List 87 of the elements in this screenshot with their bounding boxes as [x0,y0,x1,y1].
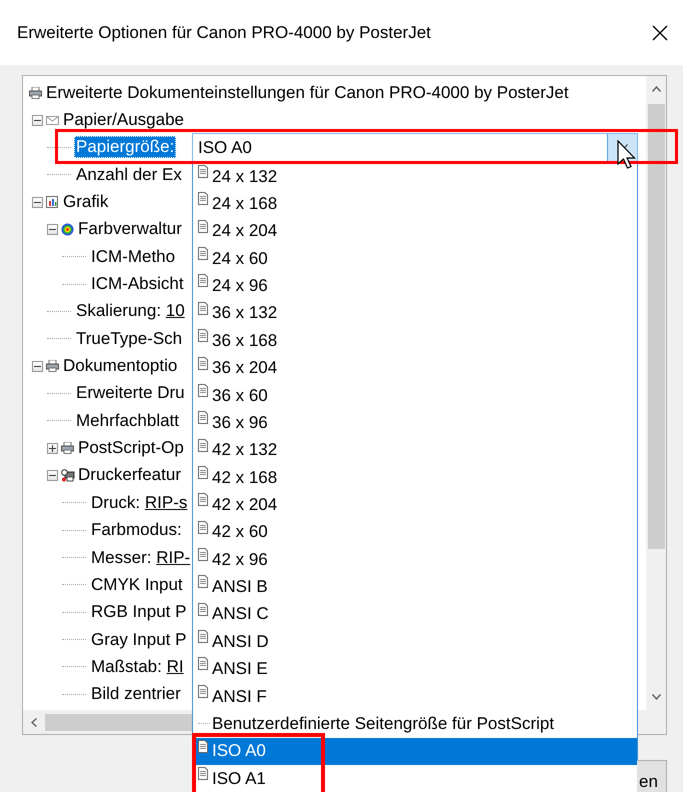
printer-gear-icon [61,468,75,482]
document-icon [198,630,208,644]
tree-item[interactable]: Skalierung: 10 [74,300,187,322]
document-icon [198,602,208,616]
document-icon [198,520,208,534]
document-icon [198,740,208,753]
collapse-icon[interactable] [32,114,43,126]
tree-item[interactable]: Farbmodus: [89,519,184,542]
document-icon [198,356,208,370]
dropdown-option[interactable]: ANSI F [193,682,637,710]
chart-icon [46,196,58,208]
printer-icon [61,442,74,454]
tree-item[interactable]: Maßstab: RI [89,656,186,678]
tree-item[interactable]: ICM-Absicht [89,273,186,296]
dropdown-option[interactable]: 42 x 132 [193,436,637,464]
dropdown-option[interactable]: 42 x 204 [193,491,637,519]
document-icon [198,220,208,233]
dropdown-option[interactable]: 36 x 60 [193,382,637,410]
envelope-icon [46,114,59,126]
dropdown-option[interactable]: ANSI D [193,628,637,656]
document-icon [198,438,208,452]
document-icon [198,165,208,178]
dialog-button[interactable]: en [637,760,667,792]
dropdown-option[interactable]: ISO A0 [193,738,637,765]
document-icon [198,466,208,479]
tree-item[interactable]: ICM-Metho [89,246,178,268]
dropdown-option[interactable]: 24 x 60 [193,245,637,272]
tree-item[interactable]: Papiergröße: [74,136,176,158]
tree-item[interactable]: Erweiterte Dru [74,382,187,404]
dropdown-option[interactable]: 42 x 60 [193,518,637,546]
tree-item[interactable]: CMYK Input [89,574,185,596]
tree-item[interactable]: Farbverwaltur [76,218,184,240]
document-icon [198,192,208,206]
tree-item[interactable]: PostScript-Op [76,437,186,460]
document-icon [198,548,208,562]
color-wheel-icon [61,222,74,236]
tree-item[interactable]: Druck: RIP-s [89,492,190,514]
chevron-down-icon[interactable] [652,694,660,700]
collapse-icon[interactable] [47,470,58,481]
tree-item[interactable]: Mehrfachblatt [74,410,181,432]
dropdown-option[interactable]: 36 x 204 [193,354,637,382]
tree-item[interactable]: Grafik [61,191,110,214]
document-icon [198,411,208,424]
dropdown-option[interactable]: 42 x 168 [193,464,637,492]
dropdown-option[interactable]: Benutzerdefinierte Seitengröße für PostScript [193,710,637,738]
tree-item[interactable]: Dokumentoptio [61,355,180,378]
document-icon [198,766,208,780]
document-icon [198,493,208,506]
printer-icon [29,86,42,99]
expand-icon[interactable] [47,442,58,454]
tree-item[interactable]: Anzahl der Ex [74,164,184,186]
tree-item[interactable]: TrueType-Sch [74,328,184,350]
chevron-up-icon[interactable] [652,86,660,92]
vertical-scrollbar[interactable] [646,76,666,710]
tree-item[interactable]: Druckerfeatur [76,464,183,486]
tree-item[interactable]: Papier/Ausgabe [61,109,186,132]
dropdown-option[interactable]: 36 x 168 [193,327,637,355]
dropdown-option[interactable]: 36 x 132 [193,300,637,328]
dropdown-option[interactable]: ANSI C [193,600,637,628]
tree-item[interactable]: Erweiterte Dokumenteinstellungen für Canon PRO-4000 by PosterJet [44,82,571,104]
dropdown-option[interactable]: 24 x 204 [193,218,637,246]
document-icon [198,657,208,670]
document-icon [198,684,208,698]
document-icon [198,302,208,315]
chevron-left-icon[interactable] [31,718,37,726]
printer-icon [46,360,59,372]
dropdown-option[interactable]: ANSI E [193,655,637,683]
document-icon [198,274,208,288]
tree-item[interactable]: Messer: RIP- [89,546,192,569]
document-icon [198,247,208,260]
document-icon [198,384,208,397]
tree-item[interactable]: RGB Input P [89,601,188,624]
window-title: Erweiterte Optionen für Canon PRO-4000 by PosterJet [17,22,431,42]
dropdown-option[interactable]: 24 x 96 [193,272,637,300]
dropdown-option[interactable]: 24 x 168 [193,190,637,218]
collapse-icon[interactable] [47,224,58,235]
tree-item[interactable]: Bild zentrier [89,683,183,706]
collapse-icon[interactable] [32,196,43,208]
document-icon [198,575,208,588]
dropdown-option[interactable]: ANSI B [193,573,637,601]
dropdown-option[interactable]: 36 x 96 [193,409,637,437]
document-icon [198,329,208,342]
collapse-icon[interactable] [32,360,43,372]
tree-item[interactable]: Gray Input P [89,628,188,651]
dropdown-option[interactable]: 42 x 96 [193,546,637,574]
dropdown-option[interactable]: ISO A1 [193,764,637,792]
dropdown-option[interactable]: 24 x 132 [193,163,637,190]
